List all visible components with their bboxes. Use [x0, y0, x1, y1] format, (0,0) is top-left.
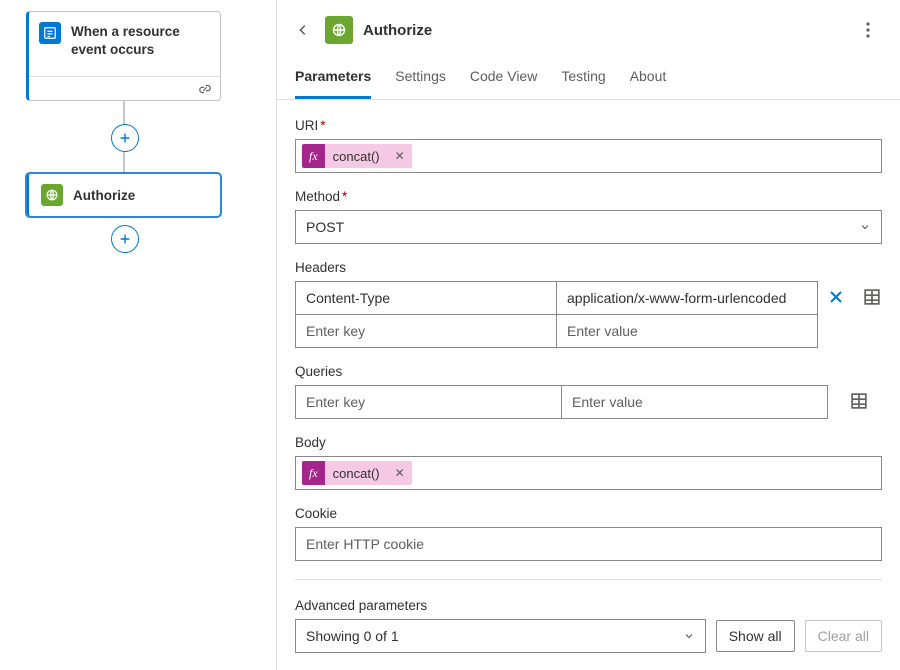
method-select[interactable]: POST: [295, 210, 882, 244]
clear-all-button: Clear all: [805, 620, 882, 652]
back-button[interactable]: [291, 18, 315, 42]
trigger-node[interactable]: When a resource event occurs: [26, 11, 221, 101]
event-grid-icon: [39, 22, 61, 44]
panel-title: Authorize: [363, 22, 432, 39]
queries-table: [295, 385, 828, 419]
action-node-title: Authorize: [73, 186, 135, 205]
designer-canvas: When a resource event occurs: [0, 0, 276, 670]
divider: [295, 579, 882, 580]
body-input[interactable]: fx concat() ✕: [295, 456, 882, 490]
tab-testing[interactable]: Testing: [561, 68, 605, 99]
fx-icon: fx: [302, 144, 325, 168]
advanced-params-label: Advanced parameters: [295, 598, 882, 613]
connector-edge: [123, 101, 125, 124]
http-icon: [325, 16, 353, 44]
more-menu-button[interactable]: [854, 16, 882, 44]
table-row: [296, 386, 827, 418]
advanced-params-select[interactable]: Showing 0 of 1: [295, 619, 706, 653]
toggle-bulk-edit-button[interactable]: [862, 287, 882, 307]
tab-code-view[interactable]: Code View: [470, 68, 537, 99]
add-step-button[interactable]: [111, 225, 139, 253]
action-config-panel: Authorize Parameters Settings Code View …: [276, 0, 900, 670]
body-label: Body: [295, 435, 882, 450]
chevron-down-icon: [859, 221, 871, 233]
method-label: Method*: [295, 189, 882, 204]
query-key-input[interactable]: [296, 386, 561, 418]
link-icon: [198, 82, 212, 96]
expression-chip[interactable]: fx concat() ✕: [302, 144, 412, 168]
uri-label: URI*: [295, 118, 882, 133]
headers-table: [295, 281, 818, 348]
expression-chip[interactable]: fx concat() ✕: [302, 461, 412, 485]
add-step-button[interactable]: [111, 124, 139, 152]
tab-parameters[interactable]: Parameters: [295, 68, 371, 99]
header-value-input[interactable]: [557, 282, 817, 314]
http-icon: [41, 184, 63, 206]
fx-icon: fx: [302, 461, 325, 485]
cookie-input[interactable]: [295, 527, 882, 561]
table-row: [296, 314, 817, 347]
chevron-down-icon: [683, 630, 695, 642]
remove-row-button[interactable]: [826, 287, 846, 307]
header-key-input[interactable]: [296, 282, 556, 314]
table-row: [296, 282, 817, 314]
show-all-button[interactable]: Show all: [716, 620, 795, 652]
header-key-input[interactable]: [296, 315, 556, 347]
uri-input[interactable]: fx concat() ✕: [295, 139, 882, 173]
cookie-label: Cookie: [295, 506, 882, 521]
panel-tabs: Parameters Settings Code View Testing Ab…: [277, 50, 900, 100]
tab-settings[interactable]: Settings: [395, 68, 446, 99]
action-node-authorize[interactable]: Authorize: [26, 173, 221, 217]
toggle-bulk-edit-button[interactable]: [849, 391, 869, 411]
remove-chip-icon[interactable]: ✕: [388, 149, 412, 163]
headers-label: Headers: [295, 260, 882, 275]
trigger-node-title: When a resource event occurs: [71, 22, 208, 58]
tab-about[interactable]: About: [630, 68, 667, 99]
queries-label: Queries: [295, 364, 882, 379]
query-value-input[interactable]: [562, 386, 827, 418]
connector-edge: [123, 152, 125, 173]
remove-chip-icon[interactable]: ✕: [388, 466, 412, 480]
header-value-input[interactable]: [557, 315, 817, 347]
